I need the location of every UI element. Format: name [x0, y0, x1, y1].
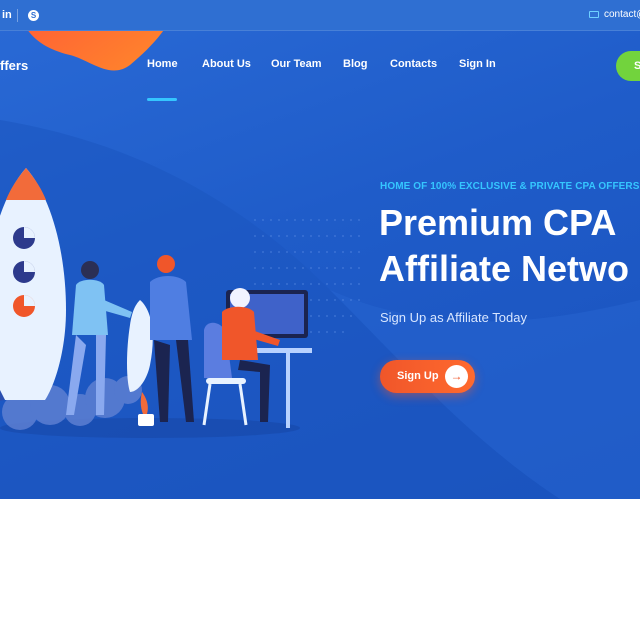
hero-section: in S contact@ ffers Home About Us Our Te… — [0, 0, 640, 499]
hero-subline: Sign Up as Affiliate Today — [380, 310, 527, 325]
nav-item-about-us[interactable]: About Us — [202, 58, 251, 70]
contact-email-text: contact@ — [604, 9, 640, 20]
header-cta-button[interactable]: S — [616, 51, 640, 81]
nav-item-contacts[interactable]: Contacts — [390, 58, 437, 70]
sign-up-button[interactable]: Sign Up → — [380, 360, 475, 393]
landing-page: in S contact@ ffers Home About Us Our Te… — [0, 0, 640, 640]
nav-active-indicator — [147, 98, 177, 101]
team-rocket-illustration — [0, 168, 312, 438]
nav-item-sign-in[interactable]: Sign In — [459, 58, 496, 70]
hero-headline-line-2: Affiliate Netwo — [379, 248, 630, 289]
skype-icon[interactable]: S — [28, 10, 39, 21]
hero-headline-line-1: Premium CPA — [379, 202, 617, 243]
sign-up-label: Sign Up — [397, 370, 439, 382]
arrow-right-icon: → — [445, 365, 468, 388]
contact-email-link[interactable]: contact@ — [589, 9, 640, 20]
nav-item-blog[interactable]: Blog — [343, 58, 367, 70]
nav-item-our-team[interactable]: Our Team — [271, 58, 322, 70]
main-navigation: Home About Us Our Team Blog Contacts Sig… — [0, 58, 640, 78]
mail-icon — [589, 11, 599, 18]
nav-item-home[interactable]: Home — [147, 58, 178, 70]
topbar-divider — [17, 9, 18, 22]
hero-eyebrow: HOME OF 100% EXCLUSIVE & PRIVATE CPA OFF… — [380, 181, 640, 192]
top-bar: in S contact@ — [0, 0, 640, 31]
hero-headline: Premium CPA Affiliate Netwo — [379, 200, 629, 292]
linkedin-icon[interactable]: in — [2, 9, 12, 21]
